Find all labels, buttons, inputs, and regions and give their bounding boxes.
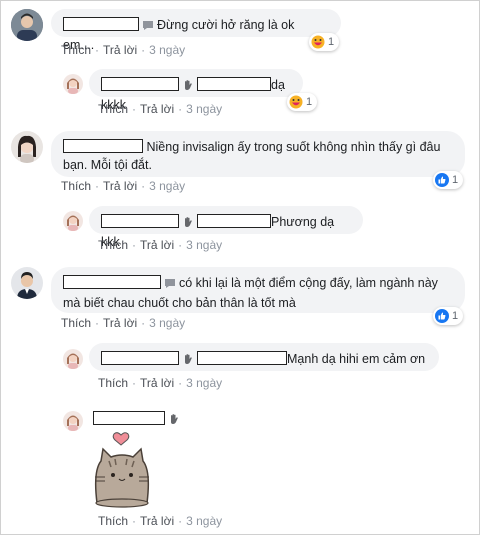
wave-hand-icon [182, 215, 194, 233]
avatar[interactable] [63, 411, 83, 431]
redacted-name[interactable] [101, 214, 179, 228]
avatar[interactable] [11, 131, 43, 163]
redacted-name[interactable] [197, 77, 271, 91]
reaction-count: 1 [306, 96, 313, 108]
reaction-count: 1 [328, 36, 335, 48]
haha-reaction-icon [289, 95, 303, 109]
timestamp[interactable]: 3 ngày [186, 238, 222, 252]
comment-thread: Đừng cười hở răng là ok em.... 1 Thích · T… [0, 0, 480, 535]
reply-link[interactable]: Trả lời [103, 179, 137, 193]
like-link[interactable]: Thích [61, 179, 91, 193]
comment-text-line: bạn. Mỗi tội đắt. [63, 158, 152, 172]
mention-tag-icon [142, 18, 154, 36]
comment-actions: Thích · Trả lời · 3 ngày [98, 102, 223, 116]
redacted-name[interactable] [63, 17, 139, 31]
redacted-name[interactable] [101, 77, 179, 91]
timestamp[interactable]: 3 ngày [149, 179, 185, 193]
pusheen-heart-sticker[interactable] [87, 431, 157, 512]
comment-text-line: có khi lại là một điểm cộng đấy, làm ngà… [179, 276, 438, 290]
reply-bubble: Mạnh dạ hihi em cảm ơn [89, 343, 439, 371]
like-link[interactable]: Thích [61, 316, 91, 330]
comment-actions: Thích · Trả lời · 3 ngày [98, 514, 223, 528]
comment-text-line: mà biết chau chuốt cho bản thân là tốt m… [63, 296, 296, 310]
reply-link[interactable]: Trả lời [103, 316, 137, 330]
like-link[interactable]: Thích [61, 43, 91, 57]
avatar[interactable] [63, 74, 83, 94]
comment-text-line: Niềng invisalign ấy trong suốt không nhì… [146, 140, 441, 154]
redacted-name[interactable] [93, 411, 165, 425]
like-link[interactable]: Thích [98, 102, 128, 116]
comment-bubble: Đừng cười hở răng là ok em.... [51, 9, 341, 52]
redacted-name[interactable] [63, 275, 161, 289]
redacted-name[interactable] [197, 351, 287, 365]
redacted-name[interactable] [63, 139, 143, 153]
timestamp[interactable]: 3 ngày [186, 102, 222, 116]
comment-actions: Thích · Trả lời · 3 ngày [61, 43, 186, 57]
reply-bubble: dạ kkkk [89, 69, 303, 112]
reaction-badge[interactable]: 1 [433, 307, 464, 325]
reply-link[interactable]: Trả lời [140, 514, 174, 528]
sticker-author [93, 411, 183, 428]
avatar[interactable] [11, 267, 43, 299]
mention-tag-icon [164, 276, 176, 294]
timestamp[interactable]: 3 ngày [149, 43, 185, 57]
reply-link[interactable]: Trả lời [140, 376, 174, 390]
wave-hand-icon [182, 78, 194, 96]
avatar[interactable] [63, 211, 83, 231]
comment-bubble: Niềng invisalign ấy trong suốt không nhì… [51, 131, 465, 177]
redacted-name[interactable] [197, 214, 271, 228]
reaction-badge[interactable]: 1 [287, 93, 318, 111]
wave-hand-icon [182, 352, 194, 370]
reply-link[interactable]: Trả lời [140, 238, 174, 252]
reply-bubble: Phương dạ kkk [89, 206, 363, 249]
reply-link[interactable]: Trả lời [103, 43, 137, 57]
redacted-name[interactable] [101, 351, 179, 365]
avatar[interactable] [63, 349, 83, 369]
comment-actions: Thích · Trả lời · 3 ngày [61, 316, 186, 330]
like-link[interactable]: Thích [98, 514, 128, 528]
comment-actions: Thích · Trả lời · 3 ngày [98, 238, 223, 252]
comment-text: Mạnh dạ hihi em cảm ơn [287, 352, 426, 366]
like-link[interactable]: Thích [98, 376, 128, 390]
like-reaction-icon [435, 309, 449, 323]
comment-bubble: có khi lại là một điểm cộng đấy, làm ngà… [51, 267, 465, 313]
wave-hand-icon [168, 413, 180, 428]
reaction-count: 1 [452, 174, 459, 186]
avatar[interactable] [11, 9, 43, 41]
reply-link[interactable]: Trả lời [140, 102, 174, 116]
reaction-badge[interactable]: 1 [309, 33, 340, 51]
comment-actions: Thích · Trả lời · 3 ngày [61, 179, 186, 193]
like-reaction-icon [435, 173, 449, 187]
reaction-count: 1 [452, 310, 459, 322]
timestamp[interactable]: 3 ngày [149, 316, 185, 330]
timestamp[interactable]: 3 ngày [186, 376, 222, 390]
timestamp[interactable]: 3 ngày [186, 514, 222, 528]
reaction-badge[interactable]: 1 [433, 171, 464, 189]
comment-actions: Thích · Trả lời · 3 ngày [98, 376, 223, 390]
haha-reaction-icon [311, 35, 325, 49]
like-link[interactable]: Thích [98, 238, 128, 252]
